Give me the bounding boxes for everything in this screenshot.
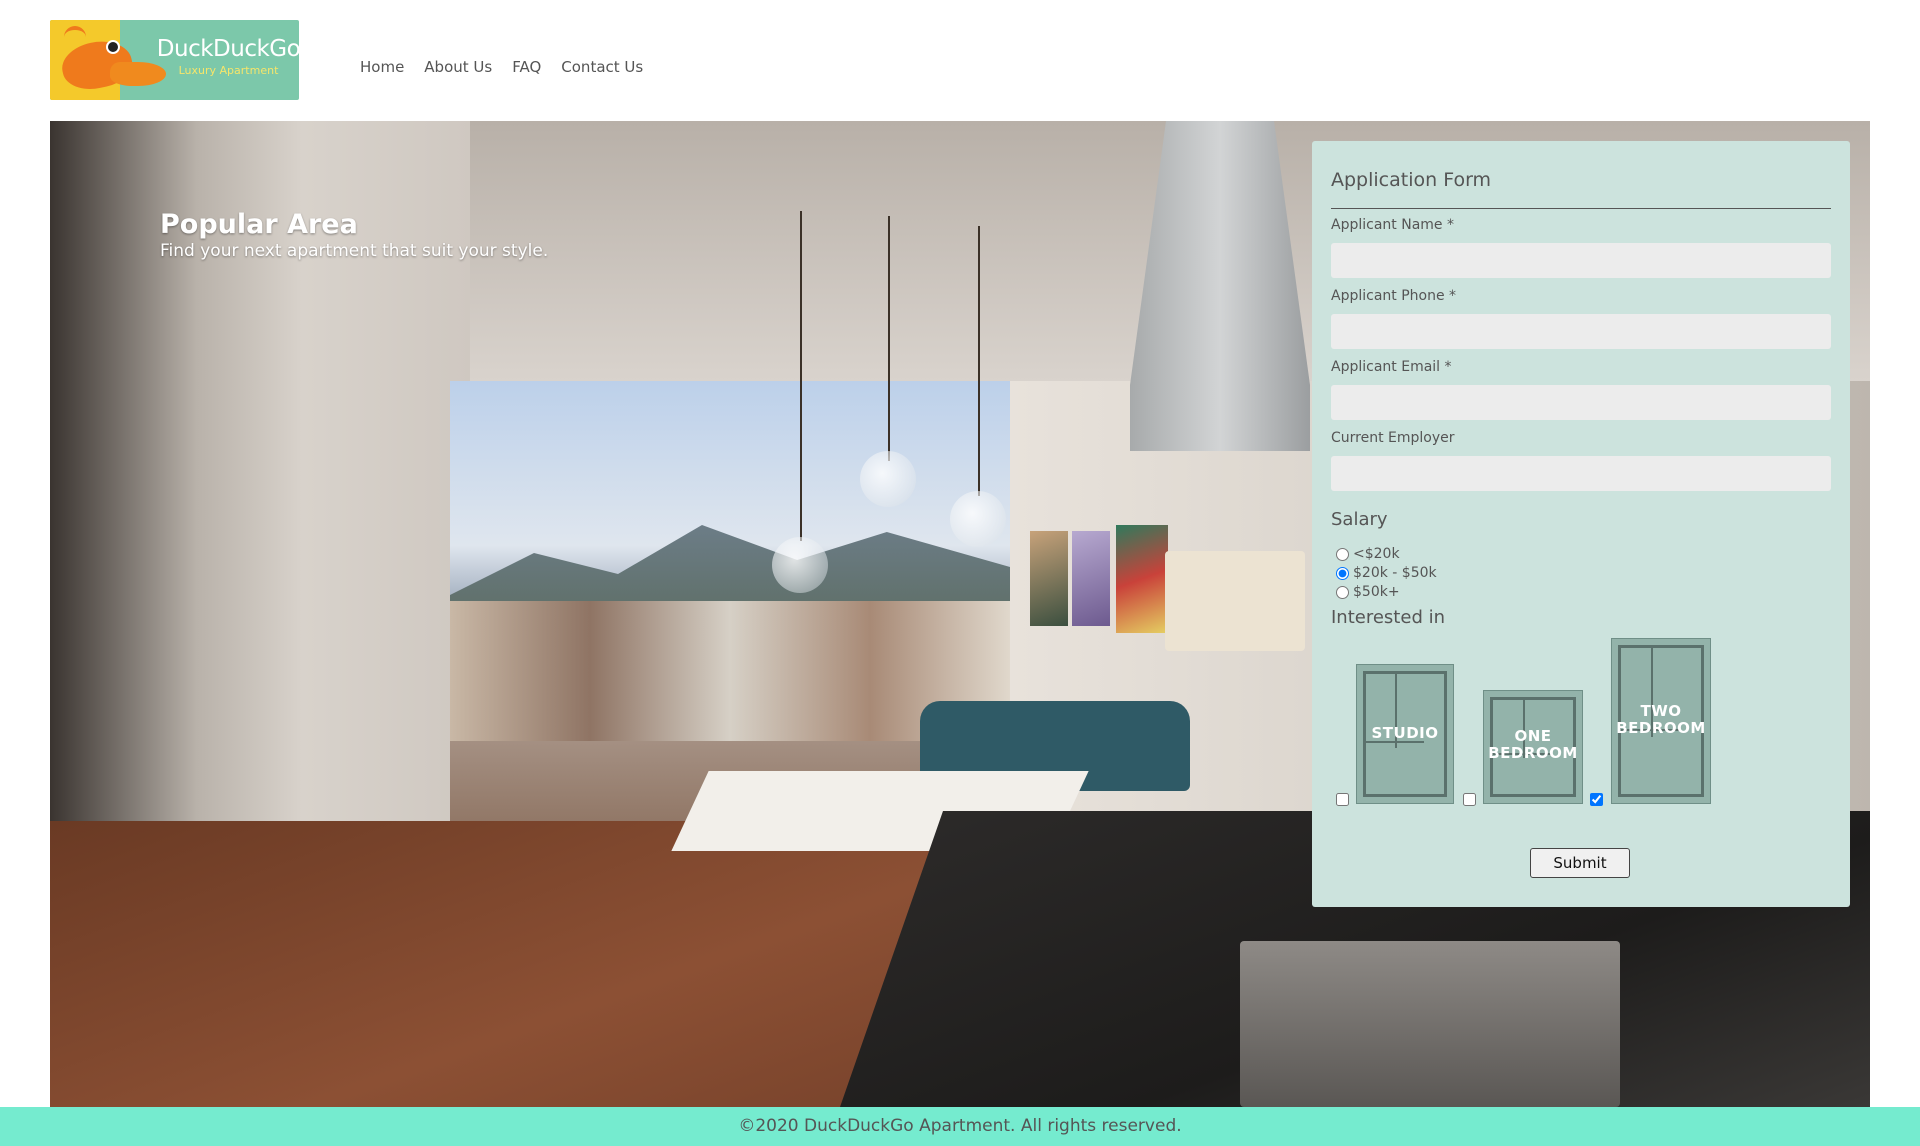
nav-faq-link[interactable]: FAQ [512, 58, 541, 76]
copyright-text: ©2020 DuckDuckGo Apartment. All rights r… [738, 1116, 1182, 1136]
brand-tagline: Luxury Apartment [178, 64, 279, 77]
salary-radio-under-20k[interactable] [1336, 547, 1349, 561]
two-bedroom-floorplan-image[interactable]: TWO BEDROOM [1611, 638, 1711, 804]
two-bedroom-label-line1: TWO [1640, 702, 1682, 720]
one-bedroom-checkbox[interactable] [1463, 793, 1476, 806]
applicant-phone-input[interactable] [1331, 314, 1831, 349]
salary-heading: Salary [1331, 509, 1388, 530]
site-footer: ©2020 DuckDuckGo Apartment. All rights r… [0, 1107, 1920, 1146]
studio-floorplan-image[interactable]: STUDIO [1356, 664, 1454, 804]
nav-contact-link[interactable]: Contact Us [561, 58, 643, 76]
current-employer-label: Current Employer [1331, 430, 1455, 446]
applicant-name-input[interactable] [1331, 243, 1831, 278]
form-title: Application Form [1331, 169, 1492, 191]
applicant-phone-label: Applicant Phone * [1331, 288, 1457, 304]
salary-option-50k-plus[interactable]: $50k+ [1336, 583, 1400, 601]
interested-in-heading: Interested in [1331, 607, 1445, 628]
two-bedroom-checkbox[interactable] [1590, 793, 1603, 806]
two-bedroom-plan-label: TWO BEDROOM [1612, 703, 1710, 737]
nav-home-link[interactable]: Home [360, 58, 404, 76]
studio-plan-label: STUDIO [1371, 724, 1439, 742]
salary-option-20k-50k[interactable]: $20k - $50k [1336, 564, 1437, 582]
hero-subtitle: Find your next apartment that suit your … [160, 241, 549, 261]
salary-radio-20k-50k[interactable] [1336, 566, 1349, 580]
one-bedroom-label-line2: BEDROOM [1488, 744, 1578, 762]
salary-option-label: $50k+ [1353, 584, 1400, 600]
submit-button[interactable]: Submit [1530, 848, 1630, 878]
applicant-email-input[interactable] [1331, 385, 1831, 420]
applicant-name-label: Applicant Name * [1331, 217, 1454, 233]
salary-option-label: $20k - $50k [1353, 565, 1437, 581]
site-header: DuckDuckGo Luxury Apartment Home About U… [0, 0, 1920, 121]
main-nav: Home About Us FAQ Contact Us [360, 58, 643, 76]
studio-checkbox[interactable] [1336, 793, 1349, 806]
one-bedroom-floorplan-image[interactable]: ONE BEDROOM [1483, 690, 1583, 804]
salary-option-under-20k[interactable]: <$20k [1336, 545, 1400, 563]
salary-radio-50k-plus[interactable] [1336, 585, 1349, 599]
brand-logo[interactable]: DuckDuckGo Luxury Apartment [50, 20, 299, 100]
logo-duck-icon [50, 20, 166, 100]
two-bedroom-label-line2: BEDROOM [1616, 719, 1706, 737]
one-bedroom-label-line1: ONE [1514, 727, 1552, 745]
brand-name: DuckDuckGo [156, 36, 299, 62]
application-form: Application Form Applicant Name * Applic… [1312, 141, 1850, 907]
current-employer-input[interactable] [1331, 456, 1831, 491]
one-bedroom-plan-label: ONE BEDROOM [1484, 728, 1582, 762]
hero-title: Popular Area [160, 209, 358, 240]
form-divider [1331, 208, 1831, 209]
applicant-email-label: Applicant Email * [1331, 359, 1452, 375]
salary-option-label: <$20k [1353, 546, 1400, 562]
nav-about-link[interactable]: About Us [424, 58, 492, 76]
